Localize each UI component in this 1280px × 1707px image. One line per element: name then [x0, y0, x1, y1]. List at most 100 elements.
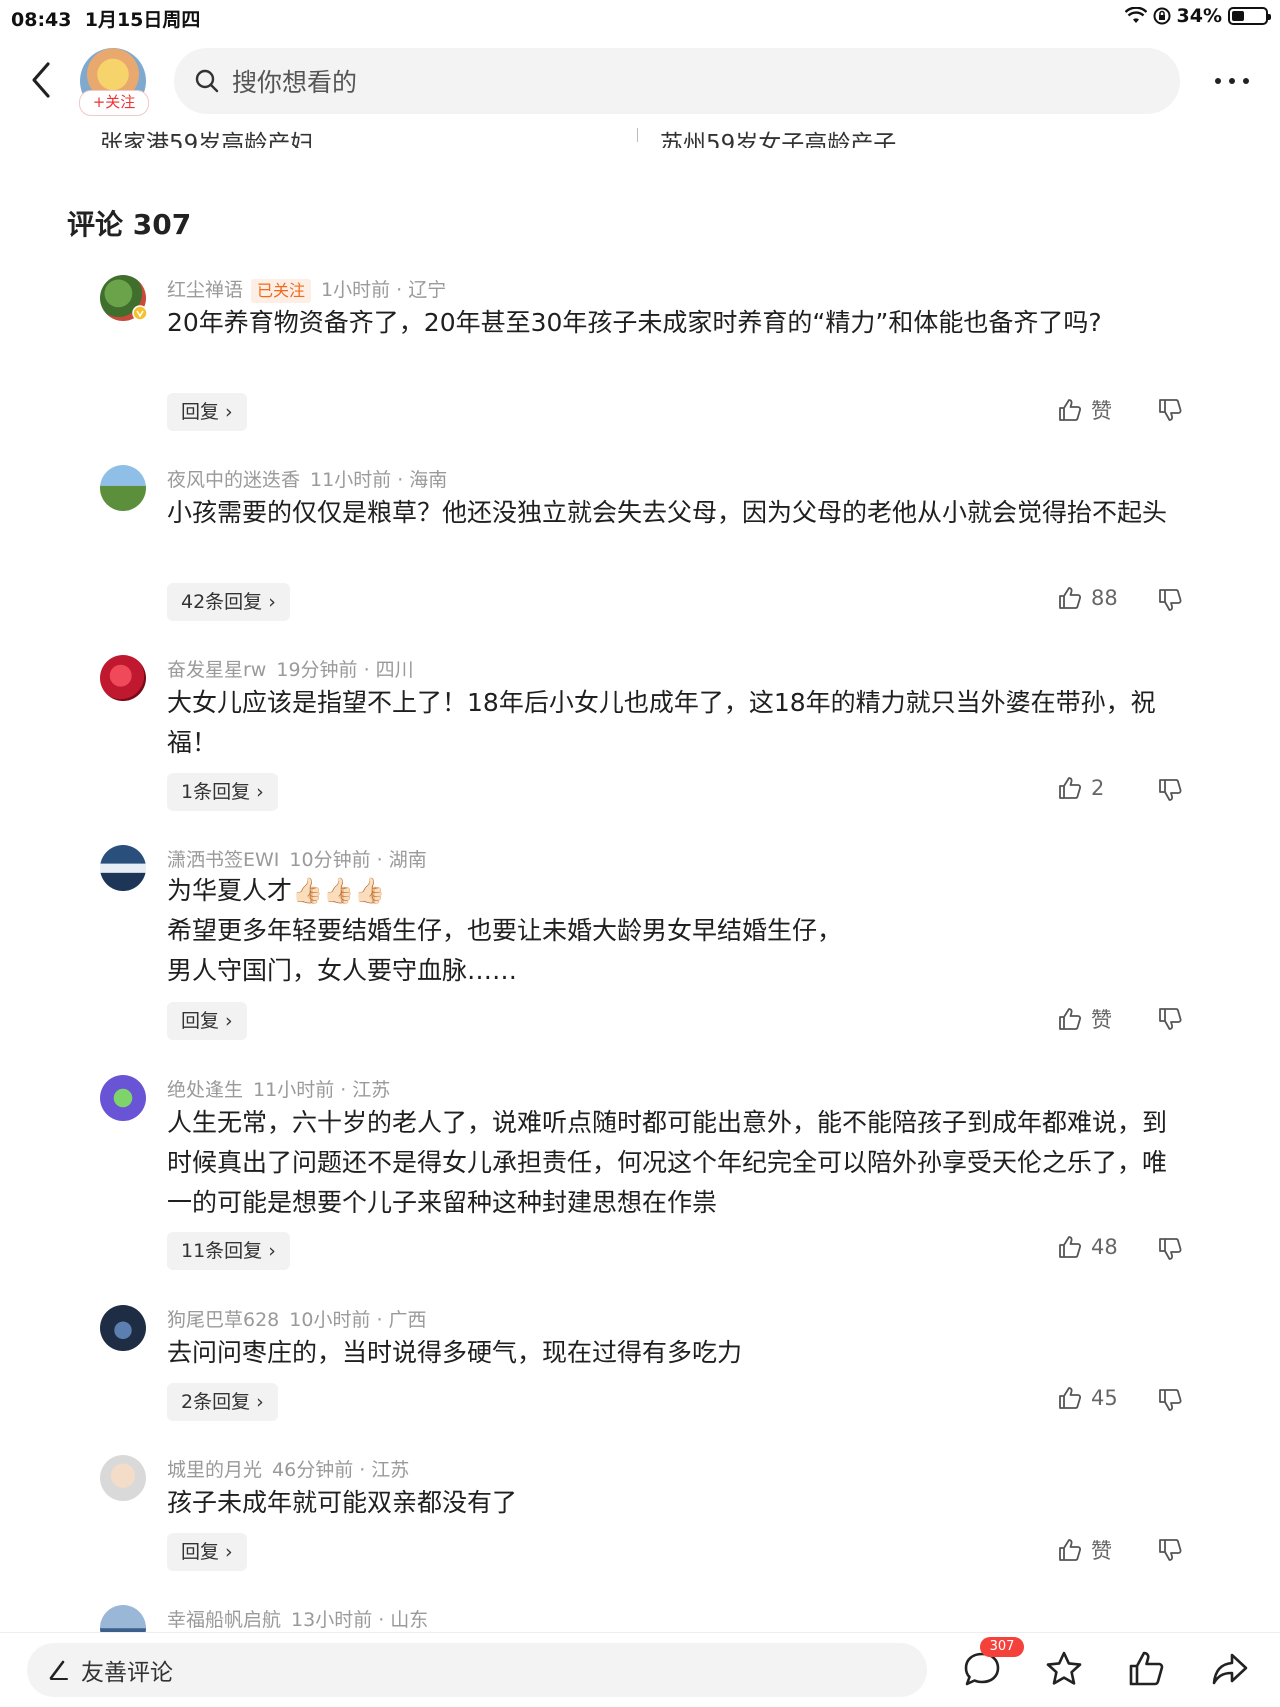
thumbs-up-icon — [1059, 399, 1082, 421]
comments-title: 评论 307 — [67, 208, 192, 241]
related-link-1[interactable]: 张家港59岁高龄产妇 — [100, 114, 313, 148]
like-count: 2 — [1091, 776, 1105, 800]
related-link-2[interactable]: 苏州59岁女子高龄产子 — [660, 114, 896, 148]
status-bar: 08:43 1月15日周四 34% — [0, 0, 1280, 34]
like-button[interactable]: 2 — [1057, 775, 1104, 801]
pen-icon — [49, 1660, 68, 1680]
avatar[interactable] — [100, 465, 146, 511]
thumbs-up-icon — [1059, 1008, 1082, 1030]
reply-button[interactable]: 1条回复 › — [167, 773, 278, 811]
comment-input-placeholder: 友善评论 — [81, 1660, 173, 1686]
thumbs-down-icon[interactable] — [1157, 777, 1183, 803]
comment-author[interactable]: 夜风中的迷迭香 — [167, 469, 300, 491]
status-time: 08:43 1月15日周四 — [11, 9, 201, 31]
comment-meta: 潇洒书签EWI 10分钟前 · 湖南 — [167, 845, 427, 872]
comment-author[interactable]: 幸福船帆启航 — [167, 1609, 281, 1631]
comment-meta: 红尘禅语 已关注 1小时前 · 辽宁 — [167, 275, 446, 303]
avatar[interactable] — [100, 845, 146, 891]
comment-time: 10分钟前 · 湖南 — [289, 849, 427, 871]
comment-time: 46分钟前 · 江苏 — [272, 1459, 410, 1481]
comment-text: 去问问枣庄的，当时说得多硬气，现在过得有多吃力 — [167, 1338, 743, 1367]
thumbs-up-icon[interactable] — [1126, 1649, 1166, 1689]
avatar[interactable] — [100, 1455, 146, 1501]
comment-time: 10小时前 · 广西 — [289, 1309, 427, 1331]
thumbs-down-icon[interactable] — [1157, 1537, 1183, 1563]
battery-icon — [1228, 7, 1271, 25]
like-button[interactable]: 赞 — [1057, 1535, 1112, 1565]
reply-button[interactable]: 42条回复 › — [167, 583, 290, 621]
share-icon[interactable] — [1210, 1649, 1250, 1689]
like-count: 赞 — [1091, 1539, 1112, 1563]
comment-text-line: 希望更多年轻要结婚生仔，也要让未婚大龄男女早结婚生仔， — [167, 916, 843, 945]
reply-button[interactable]: 回复 › — [167, 1533, 247, 1571]
avatar[interactable] — [100, 1075, 146, 1121]
thumbs-down-icon[interactable] — [1157, 397, 1183, 423]
like-button[interactable]: 赞 — [1057, 395, 1112, 425]
comment-author[interactable]: 奋发星星rw — [167, 659, 266, 681]
comment-author[interactable]: 狗尾巴草628 — [167, 1309, 279, 1331]
comment-time: 11小时前 · 江苏 — [253, 1079, 391, 1101]
more-icon[interactable] — [1212, 66, 1252, 96]
like-button[interactable]: 48 — [1057, 1234, 1118, 1260]
search-input[interactable]: 搜你想看的 — [174, 48, 1180, 114]
like-count: 48 — [1091, 1235, 1118, 1259]
search-icon — [195, 69, 219, 93]
comment-text: 人生无常，六十岁的老人了，说难听点随时都可能出意外，能不能陪孩子到成年都难说，到… — [167, 1108, 1168, 1217]
like-button[interactable]: 赞 — [1057, 1004, 1112, 1034]
star-icon[interactable] — [1044, 1649, 1084, 1689]
battery-percent: 34% — [1176, 5, 1222, 27]
back-arrow-icon[interactable] — [26, 58, 56, 102]
thumbs-up-icon — [1059, 1236, 1082, 1258]
comment-author[interactable]: 城里的月光 — [167, 1459, 262, 1481]
like-count: 赞 — [1091, 399, 1112, 423]
thumbs-up-icon — [1059, 1539, 1082, 1561]
comment-meta: 城里的月光 46分钟前 · 江苏 — [167, 1455, 409, 1482]
thumbs-up-icon — [1059, 587, 1082, 609]
comment-text: 大女儿应该是指望不上了！18年后小女儿也成年了，这18年的精力就只当外婆在带孙，… — [167, 688, 1156, 757]
avatar[interactable] — [100, 1305, 146, 1351]
comment-author[interactable]: 红尘禅语 — [167, 279, 243, 301]
comment-text-line: 男人守国门，女人要守血脉…… — [167, 956, 518, 985]
thumbs-up-icon — [1059, 777, 1082, 799]
comment-time: 1小时前 · 辽宁 — [321, 279, 447, 301]
followed-tag: 已关注 — [251, 279, 312, 303]
comment-text: 为华夏人才👍🏻👍🏻👍🏻 希望更多年轻要结婚生仔，也要让未婚大龄男女早结婚生仔， … — [167, 871, 1187, 991]
thumbs-down-icon[interactable] — [1157, 1006, 1183, 1032]
comment-text: 20年养育物资备齐了，20年甚至30年孩子未成家时养育的“精力”和体能也备齐了吗… — [167, 308, 1102, 337]
thumbs-down-icon[interactable] — [1157, 587, 1183, 613]
comment-time: 13小时前 · 山东 — [291, 1609, 429, 1631]
comment-count-badge: 307 — [980, 1637, 1024, 1657]
comment-input[interactable]: 友善评论 — [27, 1643, 927, 1697]
thumbs-down-icon[interactable] — [1157, 1387, 1183, 1413]
rotation-lock-icon — [1153, 7, 1171, 25]
verified-icon — [132, 305, 148, 321]
comment-meta: 绝处逢生 11小时前 · 江苏 — [167, 1075, 390, 1102]
comment-text-line: 为华夏人才👍🏻👍🏻👍🏻 — [167, 876, 386, 905]
wifi-icon — [1124, 7, 1147, 23]
comment-text: 小孩需要的仅仅是粮草？他还没独立就会失去父母，因为父母的老他从小就会觉得抬不起头 — [167, 498, 1168, 527]
comment-author[interactable]: 潇洒书签EWI — [167, 849, 279, 871]
bottom-bar: 友善评论 307 — [0, 1632, 1280, 1707]
related-divider — [637, 128, 638, 142]
comment-time: 11小时前 · 海南 — [310, 469, 448, 491]
comment-text: 孩子未成年就可能双亲都没有了 — [167, 1488, 518, 1517]
reply-button[interactable]: 回复 › — [167, 393, 247, 431]
like-count: 45 — [1091, 1386, 1118, 1410]
reply-button[interactable]: 回复 › — [167, 1002, 247, 1040]
comment-author[interactable]: 绝处逢生 — [167, 1079, 243, 1101]
comment-meta: 幸福船帆启航 13小时前 · 山东 — [167, 1605, 428, 1632]
like-button[interactable]: 88 — [1057, 585, 1118, 611]
reply-button[interactable]: 11条回复 › — [167, 1232, 290, 1270]
comment-meta: 奋发星星rw 19分钟前 · 四川 — [167, 655, 414, 682]
like-count: 赞 — [1091, 1008, 1112, 1032]
like-button[interactable]: 45 — [1057, 1385, 1118, 1411]
comment-meta: 狗尾巴草628 10小时前 · 广西 — [167, 1305, 427, 1332]
thumbs-up-icon — [1059, 1387, 1082, 1409]
reply-button[interactable]: 2条回复 › — [167, 1383, 278, 1421]
avatar[interactable] — [100, 655, 146, 701]
follow-button[interactable]: +关注 — [79, 90, 149, 116]
like-count: 88 — [1091, 586, 1118, 610]
thumbs-down-icon[interactable] — [1157, 1236, 1183, 1262]
search-placeholder: 搜你想看的 — [232, 68, 358, 97]
comment-meta: 夜风中的迷迭香 11小时前 · 海南 — [167, 465, 447, 492]
